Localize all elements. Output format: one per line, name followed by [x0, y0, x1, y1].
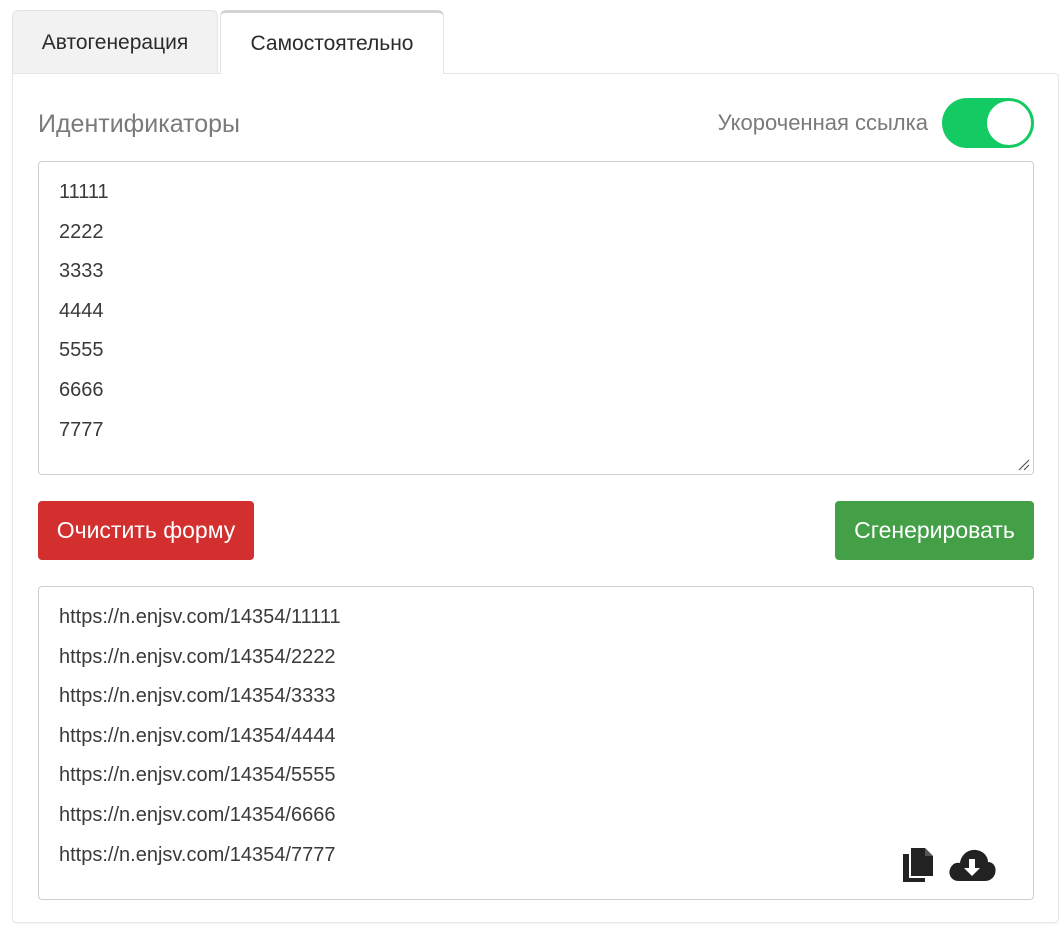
tab-bar: Автогенерация Самостоятельно [12, 10, 444, 74]
links-output[interactable]: https://n.enjsv.com/14354/11111 https://… [38, 586, 1034, 900]
id-line: 7777 [59, 418, 104, 441]
cloud-download-icon[interactable] [947, 847, 997, 888]
link-line: https://n.enjsv.com/14354/2222 [59, 645, 336, 668]
id-line: 3333 [59, 260, 104, 283]
link-line: https://n.enjsv.com/14354/7777 [59, 843, 336, 866]
switch-knob [987, 101, 1031, 145]
ids-textarea[interactable]: 11111 2222 3333 4444 5555 6666 7777 [38, 161, 1034, 475]
tab-manual[interactable]: Самостоятельно [220, 10, 444, 74]
link-line: https://n.enjsv.com/14354/5555 [59, 764, 336, 787]
copy-icon[interactable] [901, 846, 935, 889]
id-line: 2222 [59, 220, 104, 243]
link-line: https://n.enjsv.com/14354/3333 [59, 685, 336, 708]
generate-button[interactable]: Сгенерировать [835, 501, 1034, 560]
id-line: 4444 [59, 299, 104, 322]
short-link-label: Укороченная ссылка [717, 110, 928, 135]
clear-form-button[interactable]: Очистить форму [38, 501, 254, 560]
link-line: https://n.enjsv.com/14354/4444 [59, 724, 336, 747]
tab-panel: Идентификаторы Укороченная ссылка 11111 … [12, 73, 1059, 923]
link-line: https://n.enjsv.com/14354/6666 [59, 803, 336, 826]
short-link-switch[interactable] [942, 98, 1034, 148]
resize-grip-icon[interactable] [1016, 457, 1030, 471]
id-line: 5555 [59, 339, 104, 362]
section-title: Идентификаторы [38, 110, 241, 138]
link-line: https://n.enjsv.com/14354/11111 [59, 606, 341, 628]
short-link-toggle-row: Укороченная ссылка [718, 98, 1034, 148]
output-actions [889, 846, 997, 889]
id-line: 11111 [59, 181, 109, 203]
id-line: 6666 [59, 378, 104, 401]
tab-autogeneration[interactable]: Автогенерация [12, 10, 218, 74]
